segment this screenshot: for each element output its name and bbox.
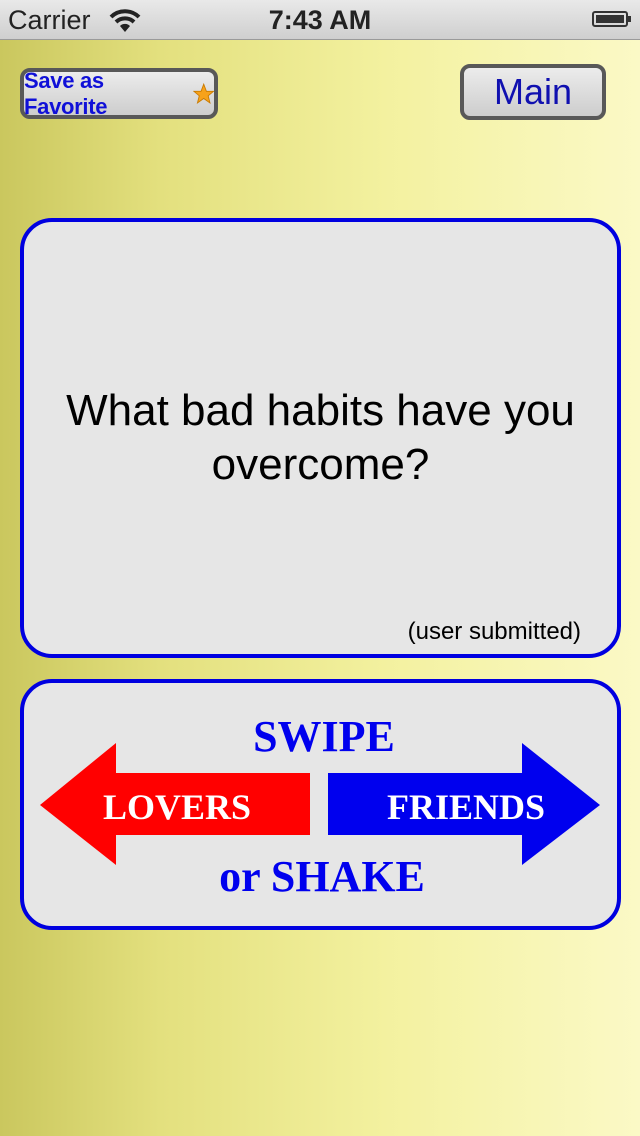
save-favorite-button[interactable]: Save as Favorite <box>20 68 218 119</box>
attribution-label: (user submitted) <box>407 618 581 645</box>
swipe-instruction-graphic: SWIPE LOVERS FRIENDS or SHAKE <box>40 712 600 901</box>
battery-nub <box>628 16 631 22</box>
question-card[interactable]: What bad habits have you overcome? (user… <box>20 218 621 658</box>
battery-icon <box>592 11 628 27</box>
status-bar: Carrier 7:43 AM <box>0 0 640 40</box>
status-time: 7:43 AM <box>268 5 372 35</box>
question-text: What bad habits have you overcome? <box>66 386 575 489</box>
swipe-label: SWIPE <box>253 712 395 761</box>
swipe-instruction-card[interactable]: SWIPE LOVERS FRIENDS or SHAKE <box>20 679 621 930</box>
save-favorite-label: Save as Favorite <box>24 67 108 119</box>
lovers-label: LOVERS <box>103 787 251 827</box>
or-shake-label: or SHAKE <box>219 852 425 901</box>
friends-label: FRIENDS <box>387 787 545 827</box>
star-icon <box>192 82 214 104</box>
main-button-label: Main <box>493 71 573 112</box>
main-button[interactable]: Main <box>460 64 606 120</box>
